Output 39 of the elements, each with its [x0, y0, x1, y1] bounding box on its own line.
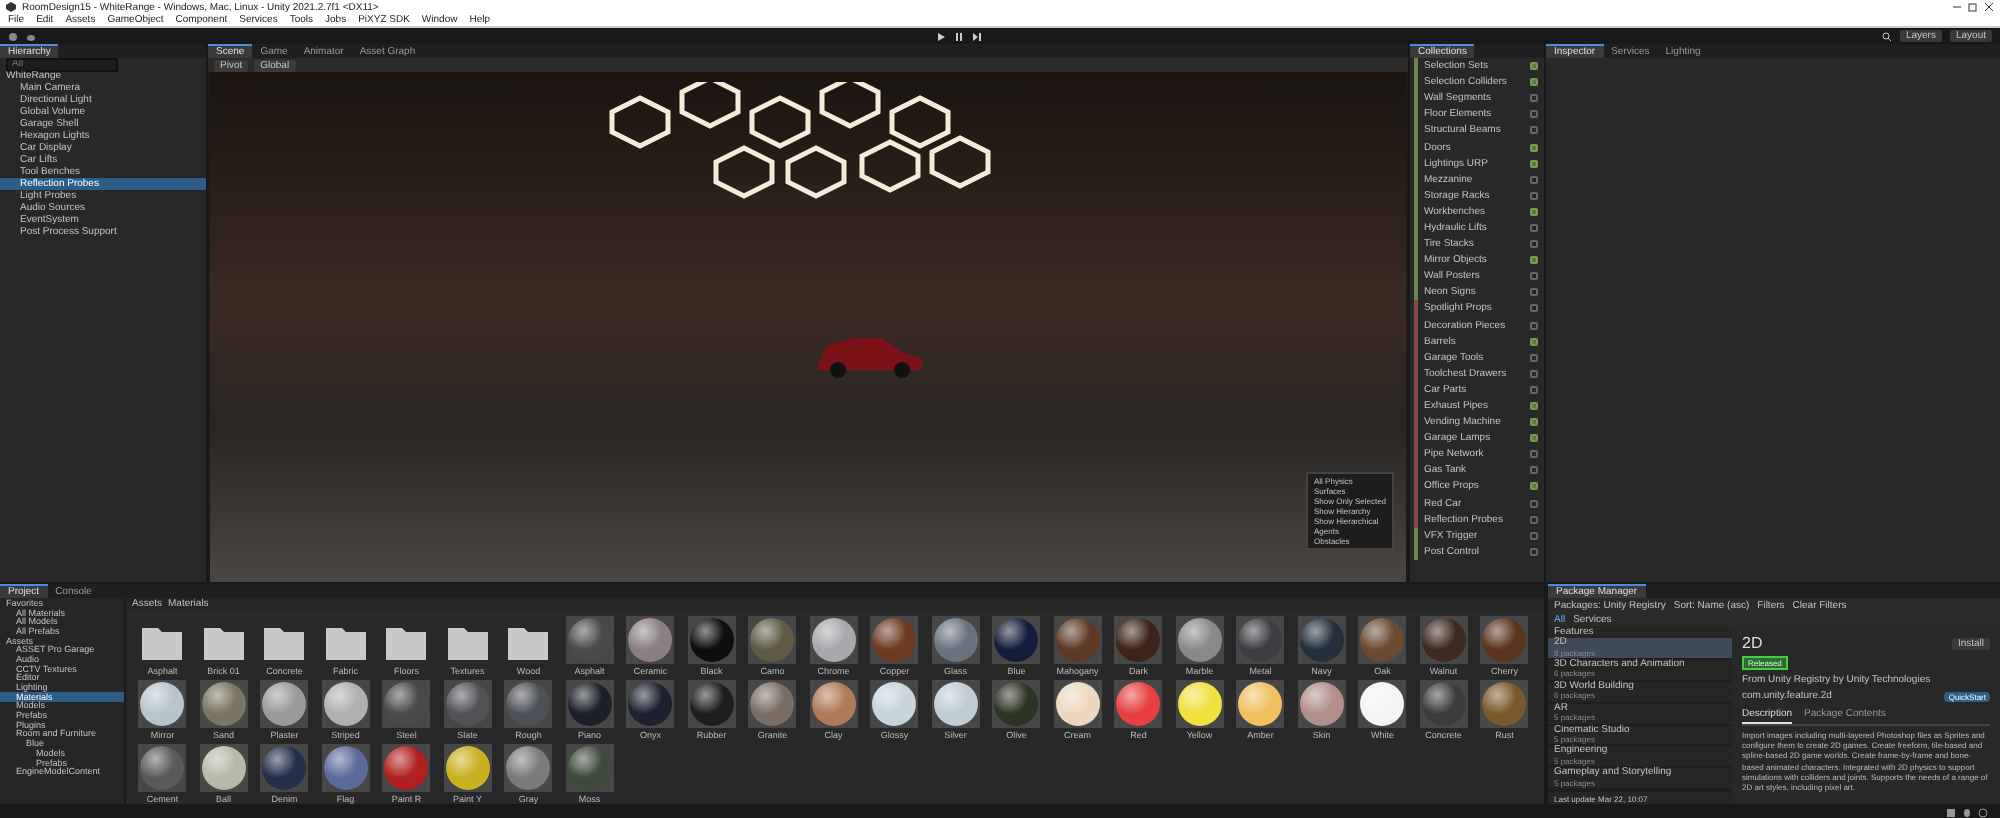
checkbox[interactable] [1530, 62, 1538, 71]
checkbox[interactable] [1530, 207, 1538, 216]
package-title: 2D [1742, 634, 1763, 652]
checkbox[interactable] [1530, 482, 1538, 491]
checkbox[interactable] [1530, 175, 1538, 184]
close-icon [1984, 2, 1994, 12]
checkbox[interactable] [1530, 547, 1538, 556]
checkbox[interactable] [1530, 288, 1538, 297]
pause-icon [953, 31, 964, 41]
checkbox[interactable] [1530, 450, 1538, 459]
checkbox[interactable] [1530, 110, 1538, 119]
checkbox[interactable] [1530, 159, 1538, 168]
checkbox[interactable] [1530, 466, 1538, 475]
checkbox[interactable] [1530, 191, 1538, 200]
checkbox[interactable] [1530, 256, 1538, 265]
minimize-icon [1952, 2, 1962, 12]
checkbox[interactable] [1530, 321, 1538, 330]
checkbox[interactable] [1530, 126, 1538, 135]
checkbox[interactable] [1530, 369, 1538, 378]
checkbox[interactable] [1530, 418, 1538, 427]
checkbox[interactable] [1530, 304, 1538, 313]
account-icon [8, 31, 18, 41]
checkbox[interactable] [1530, 78, 1538, 87]
checkbox[interactable] [1530, 337, 1538, 346]
checkbox[interactable] [1530, 223, 1538, 232]
checkbox[interactable] [1530, 531, 1538, 540]
step-icon [971, 31, 982, 41]
checkbox[interactable] [1530, 385, 1538, 394]
search-icon [1881, 31, 1892, 41]
restore-icon [1968, 2, 1978, 12]
checkbox[interactable] [1530, 434, 1538, 443]
checkbox[interactable] [1530, 94, 1538, 103]
checkbox[interactable] [1530, 272, 1538, 281]
checkbox[interactable] [1530, 353, 1538, 362]
checkbox[interactable] [1530, 402, 1538, 411]
checkbox[interactable] [1530, 499, 1538, 508]
checkbox[interactable] [1530, 143, 1538, 152]
checkbox[interactable] [1530, 240, 1538, 249]
checkbox[interactable] [1530, 515, 1538, 524]
